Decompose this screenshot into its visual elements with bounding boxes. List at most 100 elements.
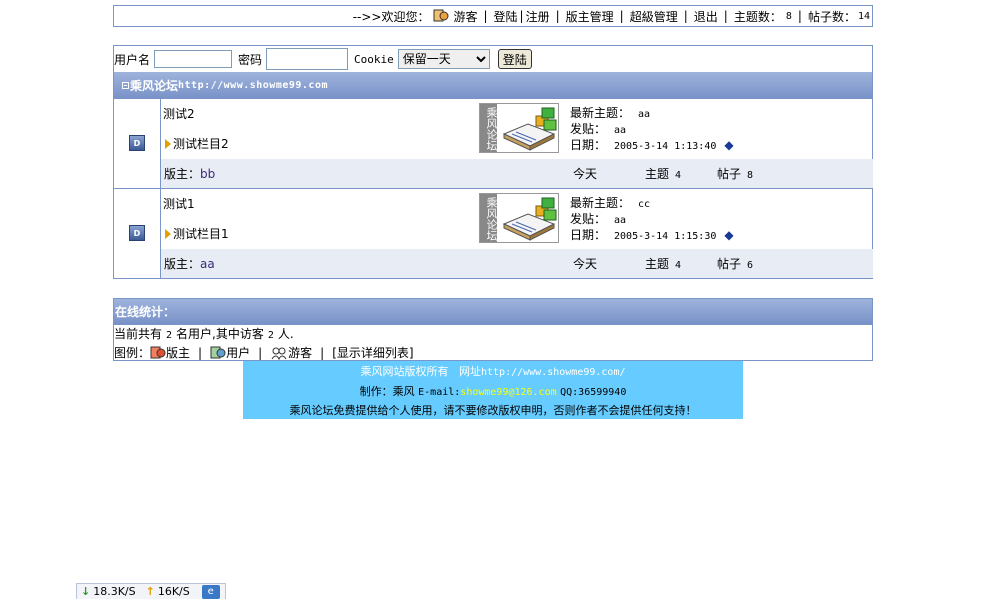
date-value: 2005-3-14 1:13:40 <box>614 141 717 152</box>
cookie-select[interactable]: 保留一天 <box>397 49 490 69</box>
separator: | <box>797 9 802 23</box>
board-icon-cell: D <box>114 189 161 278</box>
board-row: D 测试1 测试栏目1 乘风论坛 最新主题： cc 发贴： aa 日期： 2005-3… <box>113 189 873 279</box>
online-users-count: 2 <box>166 330 173 341</box>
forum-name: 乘风论坛 <box>130 79 179 93</box>
arrow-right-icon <box>165 138 171 149</box>
moderator-name[interactable]: aa <box>200 257 215 271</box>
moderator-name[interactable]: bb <box>200 167 215 181</box>
arrow-right-icon <box>165 228 171 239</box>
download-speed: 18.3K/S <box>93 585 136 598</box>
goto-post-icon[interactable]: ◆ <box>724 228 733 242</box>
online-stats-header: 在线统计： <box>113 298 873 324</box>
goto-post-icon[interactable]: ◆ <box>724 138 733 152</box>
separator: | <box>483 9 488 23</box>
online-stats-title: 在线统计： <box>115 305 176 319</box>
separator: | <box>198 345 203 360</box>
moderator-icon <box>150 346 166 358</box>
posts-value: 6 <box>747 260 754 271</box>
online-prefix: 当前共有 <box>114 327 163 341</box>
login-form: 用户名 密码 Cookie 保留一天 登陆 <box>113 45 873 72</box>
email-link[interactable]: showme99@126.com <box>460 387 556 398</box>
topics-stat: 主题 4 <box>645 255 681 272</box>
books-icon <box>502 107 557 151</box>
register-link[interactable]: 注册 <box>526 8 550 25</box>
password-input[interactable] <box>266 48 349 70</box>
network-speed-widget: ↓ 18.3K/S ↑ 16K/S e <box>76 583 226 599</box>
online-mid: 名用户,其中访客 <box>176 327 264 341</box>
separator: | <box>258 345 263 360</box>
latest-topic-value[interactable]: aa <box>638 109 650 120</box>
topics-value: 4 <box>675 260 682 271</box>
topics-count-value: 8 <box>785 10 792 22</box>
board-stats: 版主：aa 今天 主题 4 帖子 6 <box>161 249 873 278</box>
topics-label: 主题 <box>645 257 670 271</box>
username-input[interactable] <box>154 50 233 68</box>
forum-url: http://www.showme99.com <box>178 80 328 91</box>
subforum-name[interactable]: 测试栏目2 <box>173 135 229 152</box>
books-icon <box>502 197 557 241</box>
site-label: 网址 <box>459 365 481 378</box>
board-logo: 乘风论坛 <box>479 193 559 243</box>
collapse-icon[interactable] <box>122 82 129 89</box>
browser-icon[interactable]: e <box>201 584 220 599</box>
logo-text: 乘风论坛 <box>480 104 498 152</box>
board-row: D 测试2 测试栏目2 乘风论坛 最新主题： aa 发贴： aa 日期： 2005-3… <box>113 99 873 189</box>
separator: | <box>320 345 325 360</box>
separator: | <box>619 9 624 23</box>
logo-text: 乘风论坛 <box>480 194 498 242</box>
author-label: 制作：乘风 <box>359 385 415 398</box>
board-admin-link[interactable]: 版主管理 <box>566 8 614 25</box>
today-label: 今天 <box>573 257 598 271</box>
login-button[interactable]: 登陆 <box>497 49 532 69</box>
footer: 乘风网站版权所有 网址http://www.showme99.com/ 制作：乘… <box>243 361 743 419</box>
login-link[interactable]: 登陆 <box>494 8 518 25</box>
top-user-bar: -->>欢迎您： 游客 | 登陆 | 注册 | 版主管理 | 超級管理 | 退出… <box>113 5 873 27</box>
latest-topic-info: 最新主题： aa 发贴： aa 日期： 2005-3-14 1:13:40 ◆ <box>570 106 734 154</box>
legend-label: 图例： <box>114 346 151 360</box>
topics-stat: 主题 4 <box>645 165 681 182</box>
copyright-text: 乘风网站版权所有 <box>360 365 449 378</box>
online-summary: 当前共有 2 名用户,其中访客 2 人. <box>114 325 294 342</box>
date-value: 2005-3-14 1:15:30 <box>614 231 717 242</box>
board-name[interactable]: 测试1 <box>163 195 195 212</box>
posts-stat: 帖子 8 <box>717 165 753 182</box>
guest-link[interactable]: 游客 <box>453 8 477 25</box>
poster-label: 发贴： <box>570 212 607 226</box>
upload-speed: 16K/S <box>157 585 190 598</box>
latest-topic-value[interactable]: cc <box>638 199 650 210</box>
poster-value[interactable]: aa <box>614 125 626 136</box>
date-label: 日期： <box>570 138 607 152</box>
board-status-icon: D <box>129 135 145 151</box>
board-name[interactable]: 测试2 <box>163 105 195 122</box>
board-status-icon: D <box>129 225 145 241</box>
latest-topic-label: 最新主题： <box>570 196 631 210</box>
upload-arrow-icon: ↑ <box>145 585 155 598</box>
poster-value[interactable]: aa <box>614 215 626 226</box>
subforum-name[interactable]: 测试栏目1 <box>173 225 229 242</box>
logout-link[interactable]: 退出 <box>694 8 718 25</box>
super-admin-link[interactable]: 超級管理 <box>630 8 678 25</box>
site-url-link[interactable]: http://www.showme99.com/ <box>481 367 626 378</box>
separator: | <box>683 9 688 23</box>
separator: | <box>723 9 728 23</box>
footer-author-row: 制作：乘风 E-mail:showme99@126.com QQ:3659994… <box>243 383 743 399</box>
subforum-link[interactable]: 测试栏目2 <box>165 135 229 152</box>
moderator-label: 版主： <box>164 167 201 181</box>
posts-stat: 帖子 6 <box>717 255 753 272</box>
posts-label: 帖子 <box>717 257 742 271</box>
board-icon-cell: D <box>114 99 161 188</box>
user-icon <box>210 346 226 358</box>
date-label: 日期： <box>570 228 607 242</box>
latest-topic-info: 最新主题： cc 发贴： aa 日期： 2005-3-14 1:15:30 ◆ <box>570 196 734 244</box>
subforum-link[interactable]: 测试栏目1 <box>165 225 229 242</box>
moderator: 版主：aa <box>164 255 215 272</box>
topics-value: 4 <box>675 170 682 181</box>
online-stats-body: 当前共有 2 名用户,其中访客 2 人. 图例： 版主 | 用户 | 游客 | [显示详… <box>113 324 873 361</box>
welcome-prefix: -->>欢迎您： <box>352 9 430 24</box>
separator: | <box>555 9 560 23</box>
legend-guest: 游客 <box>288 346 313 360</box>
footer-notice: 乘风论坛免费提供给个人使用，请不要修改版权申明，否则作者不会提供任何支持！ <box>289 404 697 417</box>
show-detail-link[interactable]: [显示详细列表] <box>332 344 413 361</box>
moderator: 版主：bb <box>164 165 215 182</box>
